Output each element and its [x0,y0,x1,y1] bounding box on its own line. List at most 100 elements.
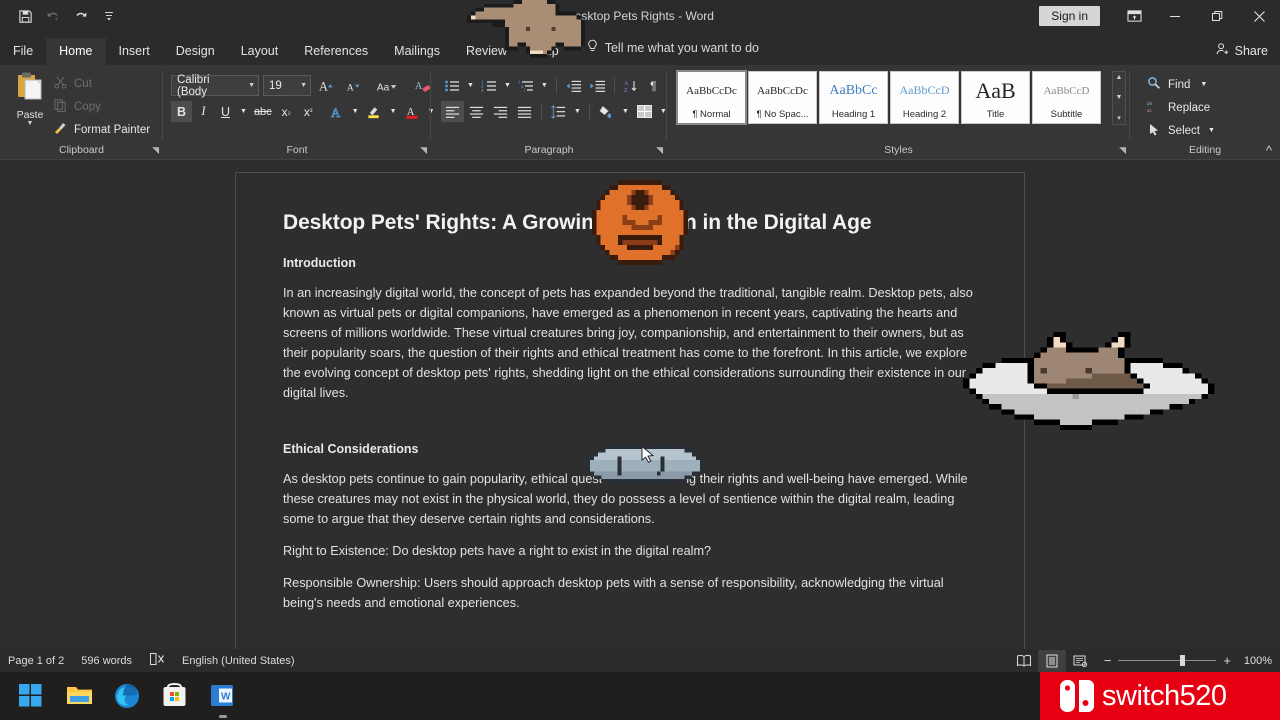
styles-scroll-controls[interactable]: ▲ ▼ ▾ [1112,71,1126,125]
tab-mailings[interactable]: Mailings [381,38,453,66]
bullets-caret-icon[interactable]: ▼ [464,75,477,96]
find-button[interactable]: Find ▼ [1146,73,1215,96]
close-icon[interactable] [1238,0,1280,32]
line-spacing-caret-icon[interactable]: ▼ [571,101,584,122]
styles-dialog-launcher-icon[interactable]: ◥ [1119,145,1126,156]
zoom-controls[interactable]: − + 100% [1104,653,1272,668]
file-explorer-icon[interactable] [66,683,92,709]
highlight-caret-icon[interactable]: ▼ [387,101,400,122]
microsoft-store-icon[interactable] [162,683,188,709]
sort-button[interactable]: AZ [620,75,642,96]
change-case-button[interactable]: Aa [373,75,403,96]
view-web-layout[interactable] [1066,650,1094,672]
scroll-up-icon[interactable]: ▲ [1116,74,1123,81]
save-icon[interactable] [12,4,38,28]
tab-layout[interactable]: Layout [228,38,292,66]
tab-insert[interactable]: Insert [106,38,163,66]
view-read-mode[interactable] [1010,650,1038,672]
zoom-level-label[interactable]: 100% [1238,655,1272,667]
pixel-cat-in-ufo-pet[interactable] [963,332,1221,430]
italic-button[interactable]: I [193,101,214,122]
replace-button[interactable]: abac Replace [1146,96,1215,119]
style-normal[interactable]: AaBbCcDc ¶ Normal [677,71,746,124]
justify-button[interactable] [513,101,536,122]
find-caret-icon[interactable]: ▼ [1200,81,1207,88]
share-button[interactable]: Share [1215,42,1268,59]
ribbon-display-options-icon[interactable] [1114,0,1154,32]
paste-dropdown-caret-icon[interactable]: ▼ [10,120,50,127]
pixel-orange-creature-pet[interactable] [592,180,688,265]
tab-file[interactable]: File [0,38,46,66]
align-right-button[interactable] [489,101,512,122]
page-indicator[interactable]: Page 1 of 2 [8,655,64,667]
select-button[interactable]: Select ▼ [1146,119,1215,142]
align-center-button[interactable] [465,101,488,122]
tell-me-search[interactable]: Tell me what you want to do [572,32,769,65]
font-dialog-launcher-icon[interactable]: ◥ [420,145,427,156]
customize-qat-icon[interactable] [96,4,122,28]
format-painter-button[interactable]: Format Painter [52,118,150,141]
numbering-caret-icon[interactable]: ▼ [501,75,514,96]
multilevel-list-button[interactable]: 1ai [515,75,537,96]
style-heading-2[interactable]: AaBbCcD Heading 2 [890,71,959,124]
select-caret-icon[interactable]: ▼ [1208,127,1215,134]
bold-button[interactable]: B [171,101,192,122]
word-count[interactable]: 596 words [81,655,132,667]
paragraph-dialog-launcher-icon[interactable]: ◥ [656,145,663,156]
restore-icon[interactable] [1196,0,1238,32]
paste-button[interactable]: Paste ▼ [10,71,50,127]
font-color-button[interactable]: A [401,101,424,122]
language-indicator[interactable]: English (United States) [182,655,295,667]
decrease-indent-button[interactable] [562,75,585,96]
text-effects-button[interactable]: A [326,101,348,122]
shrink-font-button[interactable]: A [342,75,365,96]
numbering-button[interactable]: 123 [478,75,500,96]
superscript-button[interactable]: x² [298,101,319,122]
minimize-icon[interactable] [1154,0,1196,32]
zoom-in-button[interactable]: + [1223,653,1231,668]
text-effects-caret-icon[interactable]: ▼ [349,101,362,122]
scroll-down-icon[interactable]: ▼ [1116,94,1123,101]
microsoft-edge-icon[interactable] [114,683,140,709]
multilevel-caret-icon[interactable]: ▼ [538,75,551,96]
tab-references[interactable]: References [291,38,381,66]
shading-caret-icon[interactable]: ▼ [619,101,632,122]
grow-font-button[interactable]: A [315,75,338,96]
style-heading-1[interactable]: AaBbCc Heading 1 [819,71,888,124]
underline-dropdown-caret-icon[interactable]: ▼ [237,101,250,122]
clipboard-dialog-launcher-icon[interactable]: ◥ [152,145,159,156]
zoom-out-button[interactable]: − [1104,653,1112,668]
copy-button[interactable]: Copy [52,95,150,118]
more-styles-icon[interactable]: ▾ [1117,114,1121,122]
sign-in-button[interactable]: Sign in [1039,6,1100,26]
increase-indent-button[interactable] [586,75,609,96]
undo-icon[interactable] [40,4,66,28]
style-no-spacing[interactable]: AaBbCcDc ¶ No Spac... [748,71,817,124]
style-subtitle[interactable]: AaBbCcD Subtitle [1032,71,1101,124]
align-left-button[interactable] [441,101,464,122]
pixel-dog-pet[interactable] [467,0,585,58]
text-highlight-button[interactable] [363,101,386,122]
borders-button[interactable] [633,101,656,122]
tab-design[interactable]: Design [163,38,228,66]
font-size-combobox[interactable]: 19 ▼ [263,75,311,96]
view-print-layout[interactable] [1038,650,1066,672]
line-spacing-button[interactable] [547,101,570,122]
strikethrough-button[interactable]: abc [251,101,275,122]
subscript-button[interactable]: x₂ [276,101,297,122]
tab-home[interactable]: Home [46,38,105,66]
collapse-ribbon-icon[interactable]: ^ [1266,143,1272,158]
start-button[interactable] [18,683,44,709]
proofing-errors-icon[interactable] [149,652,165,669]
zoom-slider-thumb[interactable] [1180,655,1185,666]
bullets-button[interactable] [441,75,463,96]
show-formatting-marks-button[interactable]: ¶ [643,75,664,96]
underline-button[interactable]: U [215,101,236,122]
cut-button[interactable]: Cut [52,72,150,95]
zoom-slider[interactable] [1118,660,1216,661]
redo-icon[interactable] [68,4,94,28]
microsoft-word-icon[interactable]: W [210,683,236,709]
font-name-combobox[interactable]: Calibri (Body ▼ [171,75,259,96]
style-title[interactable]: AaB Title [961,71,1030,124]
shading-button[interactable] [595,101,618,122]
